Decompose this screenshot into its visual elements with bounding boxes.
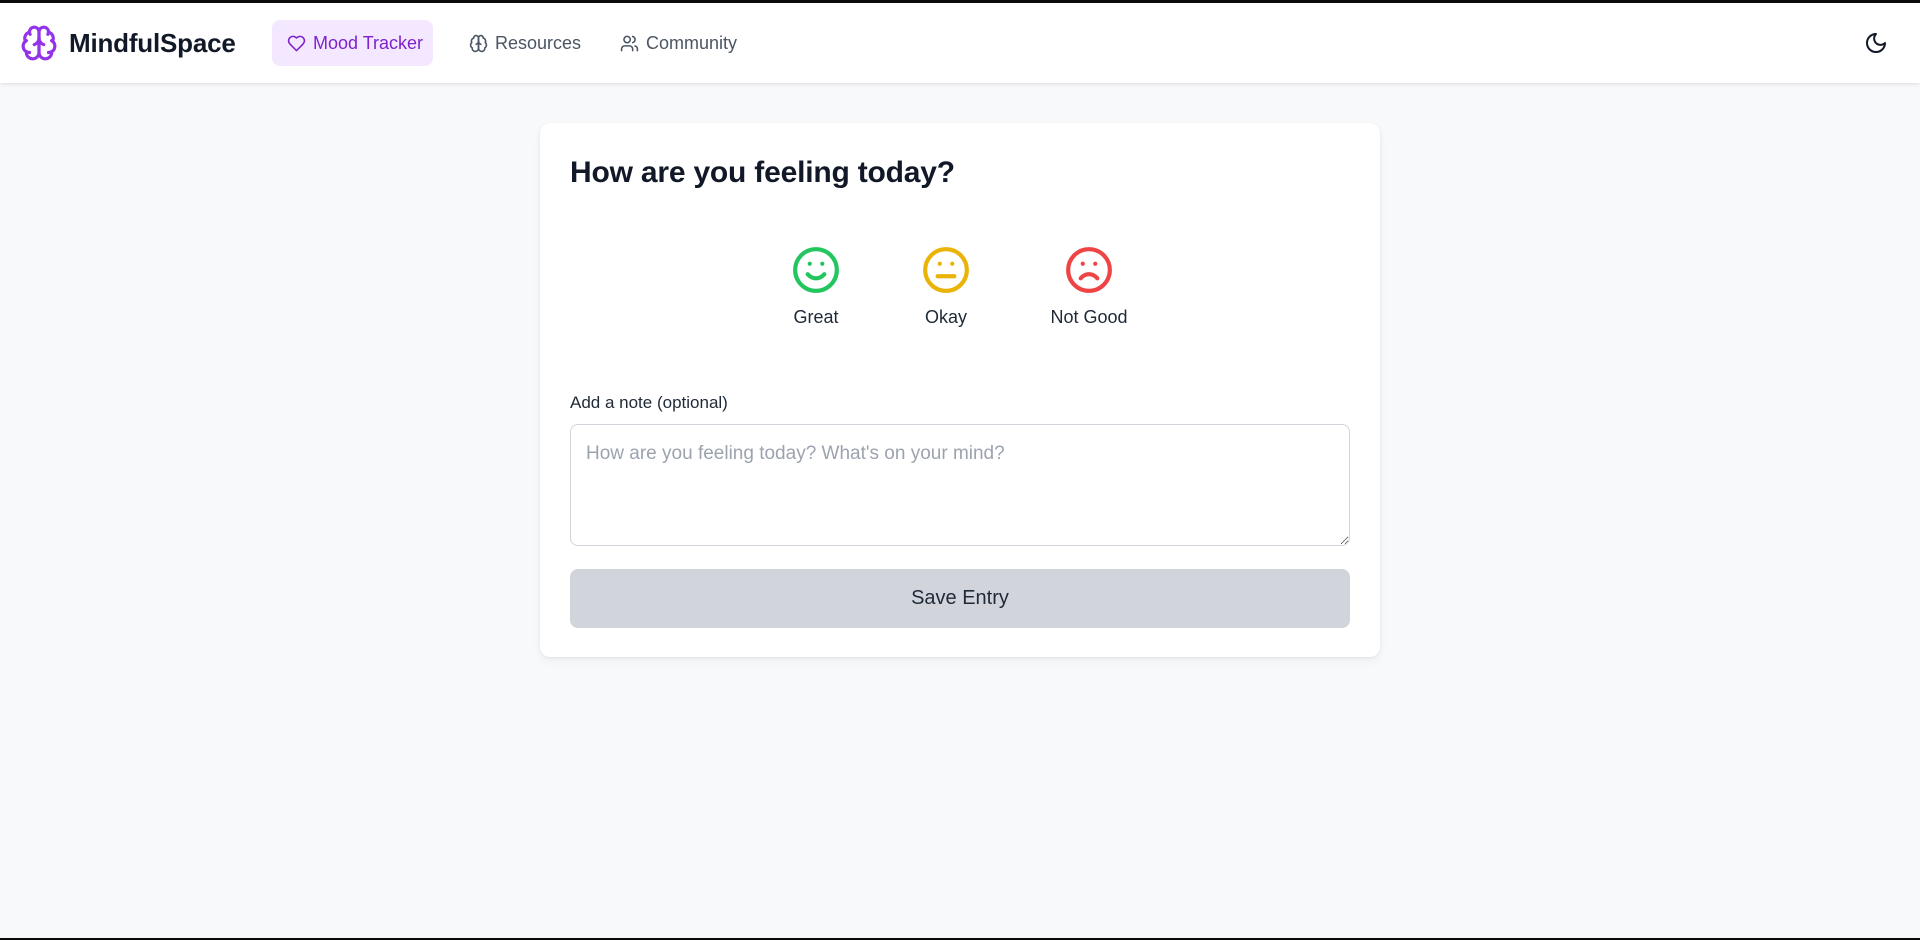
brand-name: MindfulSpace [69, 27, 236, 58]
nav-item-label: Mood Tracker [313, 32, 424, 53]
mood-options: Great Okay Not Good [540, 243, 1380, 343]
save-entry-button[interactable]: Save Entry [570, 569, 1350, 628]
mood-card: How are you feeling today? Great Okay No… [540, 123, 1380, 657]
heart-icon [287, 34, 306, 53]
mood-label: Not Good [1050, 307, 1128, 327]
mood-label: Great [793, 307, 839, 327]
app-page: MindfulSpace Mood Tracker Resources Comm… [0, 3, 1920, 938]
card-title: How are you feeling today? [570, 156, 955, 189]
top-navbar: MindfulSpace Mood Tracker Resources Comm… [0, 3, 1920, 83]
brain-icon [20, 24, 58, 62]
brand[interactable]: MindfulSpace [20, 23, 236, 63]
note-label: Add a note (optional) [570, 393, 728, 412]
smile-icon [791, 243, 841, 295]
theme-toggle-button[interactable] [1862, 31, 1890, 59]
nav-item-label: Resources [495, 32, 582, 53]
mood-option-great[interactable]: Great [756, 243, 876, 328]
neutral-face-icon [921, 243, 971, 295]
mood-option-not-good[interactable]: Not Good [1029, 243, 1149, 328]
mood-label: Okay [924, 307, 967, 327]
moon-icon [1864, 31, 1888, 60]
nav-item-resources[interactable]: Resources [454, 20, 596, 66]
nav-item-mood-tracker[interactable]: Mood Tracker [272, 20, 433, 66]
users-icon [620, 34, 639, 53]
note-textarea[interactable] [570, 424, 1350, 546]
brain-icon [469, 34, 488, 53]
nav-item-label: Community [646, 32, 738, 53]
nav-item-community[interactable]: Community [605, 20, 752, 66]
mood-option-okay[interactable]: Okay [886, 243, 1006, 328]
frown-icon [1064, 243, 1114, 295]
